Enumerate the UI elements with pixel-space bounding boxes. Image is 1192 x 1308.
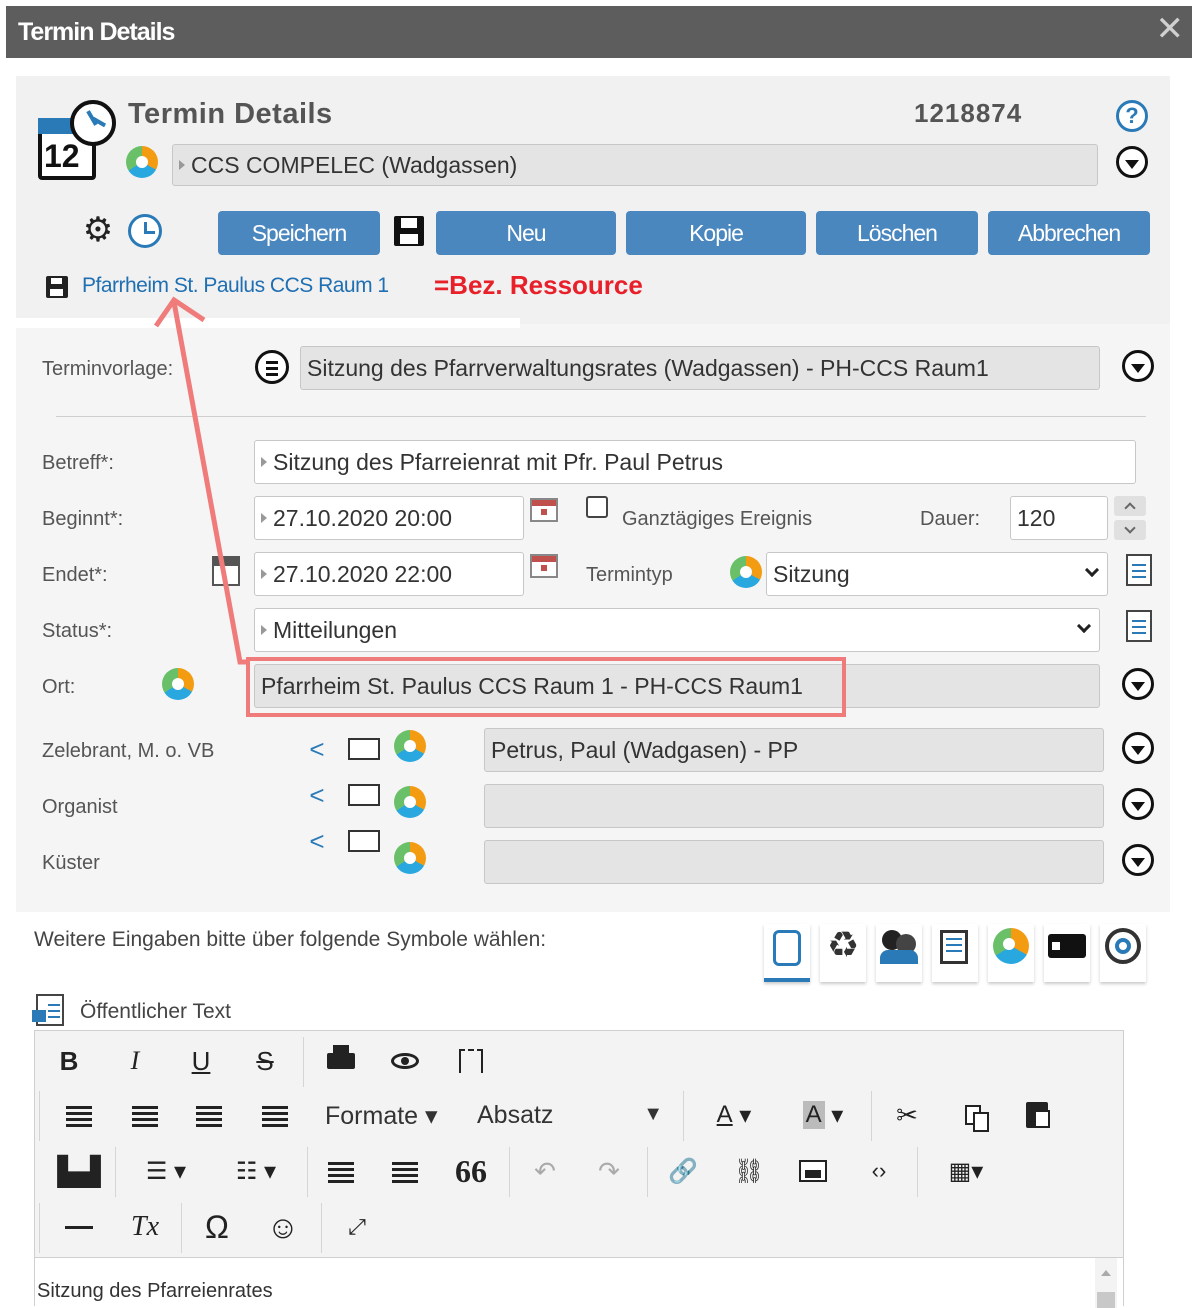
italic-button[interactable]: I xyxy=(117,1043,153,1079)
sexton-label: Küster xyxy=(42,852,100,874)
cut-icon[interactable]: ✂ xyxy=(889,1097,925,1133)
refresh-icon[interactable]: ♻ xyxy=(820,924,866,982)
bold-button[interactable]: B xyxy=(51,1043,87,1079)
find-icon[interactable]: ▙▟ xyxy=(57,1153,100,1189)
rich-text-editor: B I U S Formate ▾ Absatz ▼ A ▾ A ▾ ✂ ▙▟ ☰… xyxy=(34,1030,1124,1308)
group-icon[interactable] xyxy=(876,924,922,982)
editor-text: Sitzung des Pfarreienrates xyxy=(37,1280,273,1302)
numbered-list-icon[interactable]: ☷ ▾ xyxy=(221,1153,291,1189)
share-icon[interactable]: < xyxy=(300,734,334,764)
image-icon[interactable] xyxy=(795,1153,831,1189)
more-tab-active[interactable] xyxy=(764,924,810,982)
remove-format-icon[interactable]: Tx xyxy=(127,1209,163,1245)
share-icon[interactable]: < xyxy=(300,826,334,856)
align-right-icon[interactable] xyxy=(191,1097,227,1133)
special-char-icon[interactable]: Ω xyxy=(199,1209,235,1245)
organist-dropdown-icon[interactable] xyxy=(1122,788,1154,820)
public-text-label: Öffentlicher Text xyxy=(80,1000,231,1023)
source-code-icon[interactable]: ‹› xyxy=(861,1153,897,1189)
text-color-icon[interactable]: A ▾ xyxy=(699,1097,769,1133)
paragraph-dropdown[interactable]: Absatz ▼ xyxy=(477,1101,663,1130)
mail-icon[interactable] xyxy=(348,830,380,852)
justify-icon[interactable] xyxy=(257,1097,293,1133)
underline-button[interactable]: U xyxy=(183,1043,219,1079)
public-text-icon xyxy=(32,994,64,1026)
link-icon[interactable]: 🔗 xyxy=(665,1153,701,1189)
sexton-pie-icon[interactable] xyxy=(394,842,426,874)
share-icon[interactable]: < xyxy=(300,780,334,810)
preview-icon[interactable] xyxy=(387,1043,423,1079)
background-color-icon[interactable]: A ▾ xyxy=(787,1097,859,1133)
target-icon[interactable] xyxy=(1100,924,1146,982)
more-inputs-text: Weitere Eingaben bitte über folgende Sym… xyxy=(34,928,547,951)
copy-icon[interactable] xyxy=(955,1097,991,1133)
table-icon[interactable]: ▦▾ xyxy=(935,1153,997,1189)
scrollbar[interactable] xyxy=(1095,1258,1117,1308)
blockquote-icon[interactable]: 66 xyxy=(453,1153,489,1189)
align-center-icon[interactable] xyxy=(127,1097,163,1133)
celebrant-label: Zelebrant, M. o. VB xyxy=(42,740,215,762)
notepad-icon[interactable] xyxy=(932,924,978,982)
outdent-icon[interactable] xyxy=(323,1153,359,1189)
fullscreen-icon[interactable]: ⤢ xyxy=(339,1209,375,1245)
paste-icon[interactable] xyxy=(1019,1097,1055,1133)
sexton-dropdown-icon[interactable] xyxy=(1122,844,1154,876)
mail-icon[interactable] xyxy=(348,738,380,760)
category-pie-tab[interactable] xyxy=(988,924,1034,982)
organist-pie-icon[interactable] xyxy=(394,786,426,818)
bullet-list-icon[interactable]: ☰ ▾ xyxy=(131,1153,201,1189)
celebrant-field[interactable]: Petrus, Paul (Wadgasen) - PP xyxy=(484,728,1104,772)
organist-field[interactable] xyxy=(484,784,1104,828)
page-break-icon[interactable] xyxy=(453,1043,489,1079)
indent-icon[interactable] xyxy=(387,1153,423,1189)
organist-label: Organist xyxy=(42,796,118,818)
horizontal-line-icon[interactable] xyxy=(61,1209,97,1245)
device-icon[interactable] xyxy=(1044,924,1090,982)
editor-content[interactable]: Sitzung des Pfarreienrates xyxy=(35,1257,1123,1308)
unlink-icon[interactable]: ⛓ xyxy=(731,1153,767,1189)
align-left-icon[interactable] xyxy=(61,1097,97,1133)
emoji-icon[interactable]: ☺ xyxy=(265,1209,301,1245)
sexton-field[interactable] xyxy=(484,840,1104,884)
celebrant-dropdown-icon[interactable] xyxy=(1122,732,1154,764)
strikethrough-button[interactable]: S xyxy=(247,1043,283,1079)
mail-icon[interactable] xyxy=(348,784,380,806)
undo-icon[interactable]: ↶ xyxy=(527,1153,563,1189)
celebrant-pie-icon[interactable] xyxy=(394,730,426,762)
redo-icon[interactable]: ↷ xyxy=(591,1153,627,1189)
formats-dropdown[interactable]: Formate ▾ xyxy=(325,1101,438,1131)
print-icon[interactable] xyxy=(323,1043,359,1079)
